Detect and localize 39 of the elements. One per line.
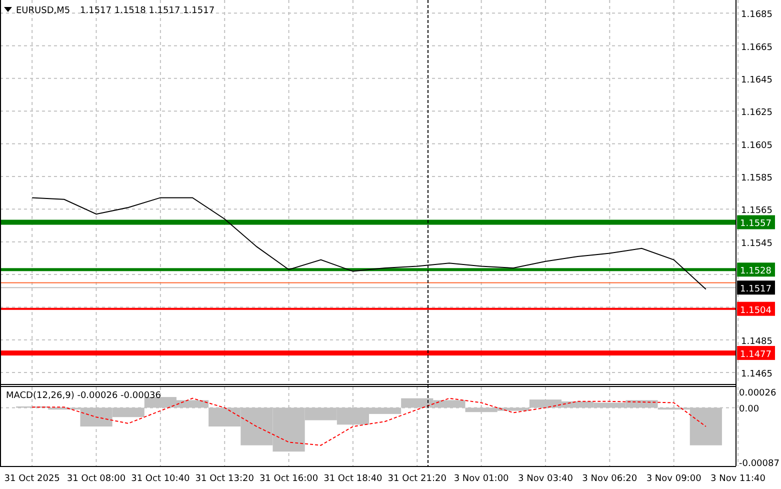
price-axis-label: 1.1545 bbox=[741, 238, 772, 249]
time-axis-label: 31 Oct 18:40 bbox=[324, 474, 382, 484]
price-label: 1.1528 bbox=[737, 262, 775, 277]
ref-line-label: 1.1504 bbox=[740, 306, 772, 316]
price-label: 1.1557 bbox=[737, 215, 775, 230]
ohlc-values: 1.1517 1.1518 1.1517 1.1517 bbox=[80, 6, 215, 16]
price-axis-label: 1.1645 bbox=[741, 75, 772, 86]
price-axis-label: 1.1565 bbox=[741, 206, 772, 216]
time-axis-label: 3 Nov 03:40 bbox=[518, 474, 573, 484]
macd-title: MACD(12,26,9) -0.00026 -0.00036 bbox=[6, 391, 162, 401]
price-label: 1.1504 bbox=[737, 302, 775, 316]
macd-axis-label: 0.00026 bbox=[739, 388, 776, 398]
time-axis-label: 31 Oct 13:20 bbox=[195, 474, 254, 484]
time-axis-label: 3 Nov 01:00 bbox=[454, 474, 509, 484]
price-axis-label: 1.1485 bbox=[741, 336, 772, 347]
time-axis-label: 31 Oct 21:20 bbox=[388, 474, 446, 484]
price-axis-label: 1.1625 bbox=[741, 108, 772, 118]
ref-line-label: 1.1528 bbox=[740, 266, 772, 277]
ref-line-label: 1.1557 bbox=[740, 219, 772, 230]
time-axis-label: 3 Nov 11:40 bbox=[710, 474, 766, 484]
time-axis-label: 31 Oct 08:00 bbox=[66, 474, 126, 484]
price-label: 1.1517 bbox=[737, 280, 775, 295]
time-axis-label: 3 Nov 09:00 bbox=[646, 474, 702, 484]
price-axis-label: 1.1685 bbox=[741, 10, 772, 20]
ref-line-label: 1.1477 bbox=[740, 350, 772, 360]
macd-axis-label: -0.00087 bbox=[739, 459, 780, 470]
price-axis-label: 1.1605 bbox=[741, 140, 772, 151]
price-label: 1.1477 bbox=[737, 346, 775, 360]
price-axis-label: 1.1665 bbox=[741, 42, 772, 53]
time-axis-label: 31 Oct 10:40 bbox=[131, 474, 190, 484]
price-axis-label: 1.1585 bbox=[741, 173, 772, 184]
collapse-icon[interactable] bbox=[4, 7, 12, 12]
time-axis-label: 3 Nov 06:20 bbox=[582, 474, 638, 484]
time-axis-label: 31 Oct 2025 bbox=[4, 474, 60, 484]
ref-line-label: 1.1517 bbox=[740, 284, 772, 295]
symbol-label: EURUSD,M5 bbox=[16, 6, 70, 16]
price-axis-label: 1.1465 bbox=[741, 370, 772, 380]
macd-axis-label: 0.00 bbox=[739, 404, 760, 415]
time-axis-label: 31 Oct 16:00 bbox=[259, 474, 318, 484]
